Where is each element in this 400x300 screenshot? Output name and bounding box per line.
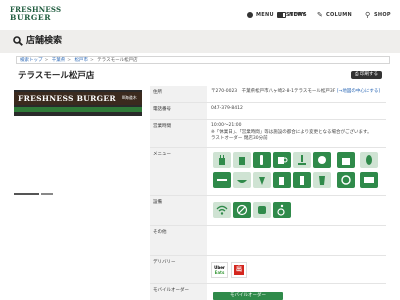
thumbnail-1[interactable] (14, 193, 39, 195)
logo-line-2: BURGER (10, 13, 52, 22)
print-button-label: 印刷する (360, 72, 379, 77)
hours-last-order: ラストオーダー 閉店30分前 (211, 136, 268, 141)
brand-logo[interactable]: FRESHNESS BURGER (10, 6, 61, 22)
cup-icon (233, 152, 251, 168)
row-delivery: デリバリー (150, 256, 386, 284)
storefront-sign-jp: Ⅲ海道木 (122, 95, 137, 100)
row-other: その他 (150, 226, 386, 256)
demaekan-logo[interactable]: 出 (231, 262, 247, 278)
mobile-order-button[interactable]: モバイルオーダー (213, 292, 283, 300)
mug-icon (273, 152, 291, 168)
nav-menu-label: MENU (256, 12, 274, 18)
beer-icon (273, 172, 291, 188)
address-label: 住所 (150, 86, 207, 102)
breadcrumb: 検索トップ > 千葉県 > 松戸市 > テラスモール松戸店 (16, 56, 390, 64)
menu-label: メニュー (150, 148, 207, 195)
shop-name: テラスモール松戸店 (18, 71, 95, 81)
row-facility: 設備 (150, 196, 386, 226)
nav-story-label: STORY (286, 12, 306, 18)
dessert-icon (253, 172, 271, 188)
row-menu: メニュー (150, 148, 386, 196)
no-smoking-icon (233, 202, 251, 218)
fries-icon (213, 152, 231, 168)
hours-value: 10:00～21:00 ※「休業日」、「営業時間」等は施設の都合により変更となる… (211, 120, 386, 143)
demaekan-mark: 出 (234, 265, 244, 275)
facility-label: 設備 (150, 196, 207, 225)
morning-icon (213, 172, 231, 188)
takeout-bag-icon (337, 152, 355, 168)
site-header: FRESHNESS BURGER MENU NEWS STORY ✎ COLUM… (0, 0, 400, 30)
softdrink-icon (293, 172, 311, 188)
storefront-sign-text: FRESHNESS BURGER (18, 94, 116, 103)
row-address: 住所 〒270-0023 千葉県松戸市八ヶ崎2-8-1テラスモール松戸3F [→… (150, 86, 386, 103)
mobile-order-label: モバイルオーダー (150, 284, 207, 300)
salad-icon (233, 172, 251, 188)
nav-menu[interactable]: MENU (247, 10, 274, 20)
shop-photo: FRESHNESS BURGER Ⅲ海道木 (14, 90, 142, 116)
storefront-green-strip (14, 107, 142, 112)
wifi-icon (213, 202, 231, 218)
nav-shop-label: SHOP (374, 12, 391, 18)
other-label: その他 (150, 226, 207, 255)
print-button[interactable]: ⎙ 印刷する (351, 71, 382, 79)
breadcrumb-link-city[interactable]: 松戸市 (74, 58, 88, 63)
hours-label: 営業時間 (150, 120, 207, 147)
outlet-icon (253, 202, 271, 218)
location-pin-icon: ⚲ (365, 11, 371, 19)
breadcrumb-current: テラスモール松戸店 (97, 58, 138, 63)
smoothie-icon (313, 172, 331, 188)
microscope-icon (293, 152, 311, 168)
phone-label: 電話番号 (150, 103, 207, 119)
breadcrumb-link-prefecture[interactable]: 千葉県 (52, 58, 66, 63)
book-icon (277, 12, 283, 18)
pencil-icon: ✎ (317, 11, 324, 19)
eco-icon (337, 172, 355, 188)
shop-info-table: 住所 〒270-0023 千葉県松戸市八ヶ崎2-8-1テラスモール松戸3F [→… (150, 86, 386, 300)
address-value: 〒270-0023 千葉県松戸市八ヶ崎2-8-1テラスモール松戸3F [→地図の… (211, 86, 386, 96)
search-icon (13, 36, 23, 46)
map-center-link[interactable]: [→地図の中心にする] (337, 89, 380, 94)
kids-menu-icon (313, 152, 331, 168)
address-text: 〒270-0023 千葉県松戸市八ヶ崎2-8-1テラスモール松戸3F (211, 89, 336, 94)
phone-value[interactable]: 047-379-8412 (211, 103, 386, 113)
nav-column-label: COLUMN (326, 12, 352, 18)
leaf-icon (360, 152, 378, 168)
burger-icon (247, 12, 253, 18)
nav-column[interactable]: ✎ COLUMN (317, 10, 352, 20)
ubereats-logo[interactable]: Uber Eats (211, 262, 228, 278)
nav-shop[interactable]: ⚲ SHOP (365, 10, 391, 20)
page-title: 店舗検索 (26, 36, 63, 46)
ubereats-text-2: Eats (214, 270, 225, 275)
delivery-label: デリバリー (150, 256, 207, 283)
photo-thumbnails[interactable] (14, 180, 142, 195)
wheelchair-icon (273, 202, 291, 218)
row-hours: 営業時間 10:00～21:00 ※「休業日」、「営業時間」等は施設の都合により… (150, 120, 386, 148)
row-phone: 電話番号 047-379-8412 (150, 103, 386, 120)
coupon-icon (360, 172, 378, 188)
nav-story[interactable]: STORY (277, 10, 306, 20)
bottle-icon (253, 152, 271, 168)
breadcrumb-link-top[interactable]: 検索トップ (20, 58, 43, 63)
thumbnail-2[interactable] (41, 193, 53, 195)
printer-icon: ⎙ (354, 72, 359, 77)
